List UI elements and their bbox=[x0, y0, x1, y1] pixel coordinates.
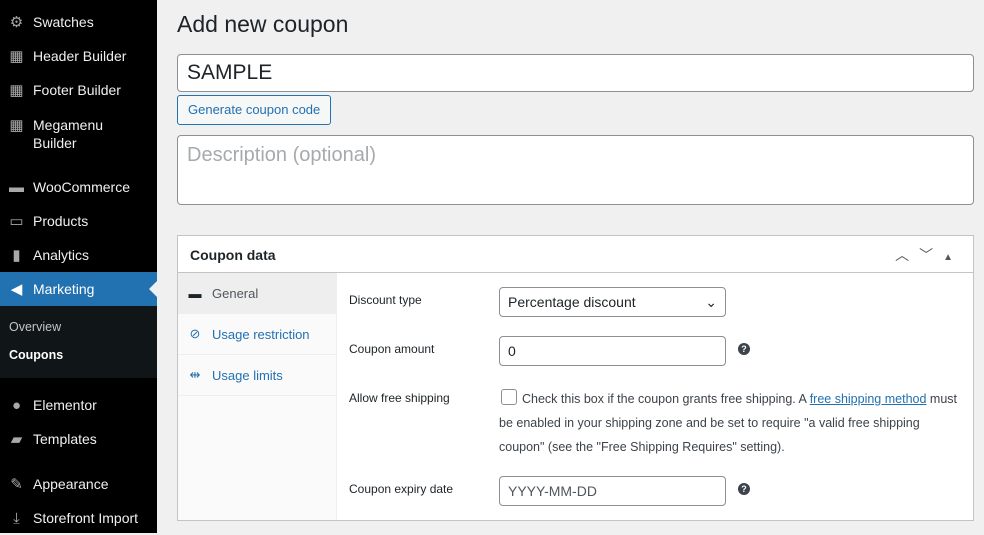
layout-icon: ▦ bbox=[9, 82, 24, 99]
chevron-down-icon: ⌄ bbox=[705, 294, 717, 310]
tab-label: General bbox=[212, 285, 259, 301]
gear-icon: ⚙ bbox=[9, 14, 24, 31]
submenu-overview[interactable]: Overview bbox=[9, 320, 61, 334]
restriction-icon: ⊘ bbox=[189, 326, 201, 341]
tab-usage-restriction[interactable]: ⊘ Usage restriction bbox=[178, 314, 336, 355]
layout-icon: ▦ bbox=[9, 117, 24, 134]
archive-icon: ▭ bbox=[9, 213, 24, 230]
tab-label: Usage restriction bbox=[212, 326, 310, 342]
panel-title: Coupon data bbox=[190, 247, 276, 263]
menu-label: Swatches bbox=[33, 14, 94, 30]
ticket-icon: ▬ bbox=[188, 285, 202, 301]
menu-label: Elementor bbox=[33, 397, 97, 413]
coupon-amount-input[interactable]: 0 bbox=[499, 336, 726, 366]
expiry-date-input[interactable]: YYYY-MM-DD bbox=[499, 476, 726, 506]
menu-label: Marketing bbox=[33, 281, 95, 297]
limits-icon: ⇹ bbox=[189, 367, 201, 382]
elementor-icon: ● bbox=[11, 396, 22, 414]
menu-header-builder[interactable]: ▦ Header Builder bbox=[0, 39, 157, 73]
menu-woocommerce[interactable]: ▬ WooCommerce bbox=[0, 170, 157, 204]
move-down-icon[interactable]: ﹀ bbox=[919, 247, 943, 263]
brush-icon: ✎ bbox=[10, 476, 23, 493]
menu-templates[interactable]: ▰ Templates bbox=[0, 422, 157, 456]
menu-elementor[interactable]: ● Elementor bbox=[0, 388, 157, 422]
admin-sidebar: ⚙ Swatches ▦ Header Builder ▦ Footer Builde… bbox=[0, 0, 157, 533]
menu-label: Header Builder bbox=[33, 48, 127, 64]
text: Check this box if the coupon grants free… bbox=[522, 392, 810, 406]
menu-appearance[interactable]: ✎ Appearance bbox=[0, 467, 157, 501]
menu-analytics[interactable]: ▮ Analytics bbox=[0, 238, 157, 272]
menu-products[interactable]: ▭ Products bbox=[0, 204, 157, 238]
menu-label: Megamenu Builder bbox=[33, 117, 104, 151]
generate-coupon-code-button[interactable]: Generate coupon code bbox=[177, 95, 332, 125]
menu-swatches[interactable]: ⚙ Swatches bbox=[0, 5, 157, 39]
select-value: Percentage discount bbox=[508, 294, 636, 310]
download-icon: ⤓ bbox=[13, 509, 20, 527]
menu-footer-builder[interactable]: ▦ Footer Builder bbox=[0, 73, 157, 107]
description-textarea[interactable]: Description (optional) bbox=[177, 135, 974, 205]
free-shipping-label: Allow free shipping bbox=[349, 391, 450, 405]
menu-megamenu-builder[interactable]: ▦ Megamenu Builder bbox=[0, 107, 157, 159]
expiry-date-label: Coupon expiry date bbox=[349, 482, 454, 496]
menu-label: Appearance bbox=[33, 476, 109, 492]
help-icon[interactable]: ? bbox=[738, 483, 750, 495]
tab-general[interactable]: ▬ General bbox=[178, 273, 336, 314]
woo-icon: ▬ bbox=[9, 178, 24, 196]
free-shipping-method-link[interactable]: free shipping method bbox=[810, 392, 927, 406]
coupon-data-panel: Coupon data ︿﹀▲ ▬ General ⊘ Usage restrict… bbox=[177, 235, 974, 521]
folder-icon: ▰ bbox=[10, 431, 23, 448]
menu-marketing[interactable]: ◀ Marketing bbox=[0, 272, 157, 306]
menu-storefront-import[interactable]: ⤓ Storefront Import bbox=[0, 501, 157, 535]
submenu-coupons[interactable]: Coupons bbox=[9, 348, 63, 362]
menu-label: Products bbox=[33, 213, 89, 229]
move-up-icon[interactable]: ︿ bbox=[895, 247, 919, 263]
tab-usage-limits[interactable]: ⇹ Usage limits bbox=[178, 355, 336, 396]
discount-type-label: Discount type bbox=[349, 293, 422, 307]
page-title: Add new coupon bbox=[177, 11, 349, 37]
marketing-submenu: Overview Coupons bbox=[0, 306, 157, 378]
menu-label: Storefront Import bbox=[33, 510, 139, 526]
tab-label: Usage limits bbox=[212, 367, 283, 383]
collapse-icon[interactable]: ▲ bbox=[943, 252, 963, 263]
free-shipping-description: Check this box if the coupon grants free… bbox=[499, 387, 959, 459]
layout-icon: ▦ bbox=[9, 48, 24, 65]
menu-label: Analytics bbox=[33, 247, 90, 263]
bar-chart-icon: ▮ bbox=[12, 247, 21, 264]
menu-label: Footer Builder bbox=[33, 82, 121, 98]
megaphone-icon: ◀ bbox=[10, 281, 23, 298]
discount-type-select[interactable]: Percentage discount ⌄ bbox=[499, 287, 726, 317]
menu-label: Templates bbox=[33, 431, 97, 447]
coupon-code-input[interactable]: SAMPLE bbox=[177, 54, 974, 92]
help-icon[interactable]: ? bbox=[738, 343, 750, 355]
menu-label: WooCommerce bbox=[33, 179, 130, 195]
coupon-amount-label: Coupon amount bbox=[349, 342, 435, 356]
